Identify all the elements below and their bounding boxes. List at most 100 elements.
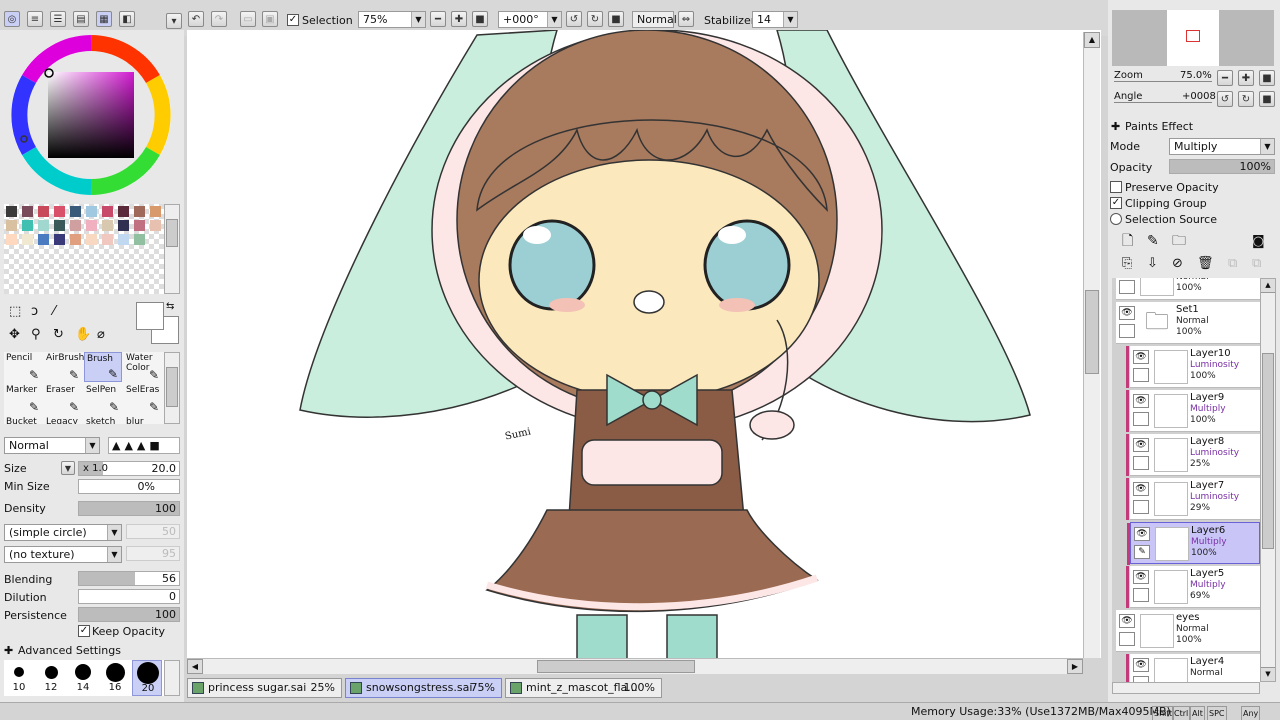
palette-swatch[interactable] [54, 234, 65, 245]
palette-swatch[interactable] [38, 206, 49, 217]
lock-box[interactable] [1119, 324, 1135, 338]
lock-box[interactable] [1133, 368, 1149, 382]
palette-swatch[interactable] [150, 220, 161, 231]
layer-row[interactable]: 👁 Layer4 Normal [1126, 654, 1260, 682]
size-multiplier-button[interactable]: ▼ [61, 461, 75, 475]
layer-opacity-slider[interactable]: 100% [1169, 159, 1275, 174]
tool-brush[interactable]: Brush ✎ [84, 352, 122, 382]
eye-icon[interactable]: 👁 [1133, 658, 1149, 672]
lock-box[interactable] [1119, 632, 1135, 646]
palette-swatch[interactable] [22, 234, 33, 245]
palette-swatch[interactable] [102, 206, 113, 217]
eye-icon[interactable]: 👁 [1119, 306, 1135, 320]
preserve-opacity-checkbox[interactable] [1110, 181, 1122, 193]
size-slider[interactable]: x 1.0 20.0 [78, 461, 180, 476]
scratchpad-view-button[interactable]: ◧ [119, 11, 135, 27]
tool-sketch[interactable]: sketch✎ [84, 416, 122, 424]
tool-marker[interactable]: Marker ✎ [4, 384, 42, 414]
flip-horizontal-button[interactable]: ⇔ [678, 11, 694, 27]
palette-swatch[interactable] [86, 220, 97, 231]
palette-swatch[interactable] [70, 206, 81, 217]
rotate-right-button[interactable]: ↻ [587, 11, 603, 27]
layer-row[interactable]: 👁 Layer10 Luminosity 100% [1126, 346, 1260, 388]
layer-row[interactable]: 👁Normal100% [1116, 278, 1260, 300]
selection-checkbox[interactable]: ✓ [287, 14, 299, 26]
invert-selection-button[interactable]: ▣ [262, 11, 278, 27]
brush-blend-mode-dropdown[interactable]: Normal ▼ [4, 437, 100, 454]
layer-row[interactable]: 👁 Layer7 Luminosity 29% [1126, 478, 1260, 520]
zoom-reset-button[interactable]: ■ [472, 11, 488, 27]
stabilizer-dropdown[interactable]: 14 ▼ [752, 11, 798, 28]
eye-icon[interactable]: 👁 [1133, 350, 1149, 364]
palette-swatch[interactable] [6, 220, 17, 231]
layer-folder[interactable]: 👁 🗀 Set1 Normal 100% [1116, 302, 1260, 344]
palette-swatch[interactable] [150, 206, 161, 217]
palette-swatch[interactable] [134, 206, 145, 217]
navigator-preview[interactable] [1112, 10, 1274, 66]
hand-icon[interactable]: ✋ [75, 328, 91, 341]
tool-eraser[interactable]: Eraser ✎ [44, 384, 82, 414]
detail-view-button[interactable]: ▤ [73, 11, 89, 27]
persistence-slider[interactable]: 100 [78, 607, 180, 622]
flatten-icon[interactable]: ⧉ [1252, 257, 1261, 270]
paints-effect-label[interactable]: Paints Effect [1125, 120, 1193, 133]
palette-swatch[interactable] [54, 220, 65, 231]
palette-swatch[interactable] [86, 206, 97, 217]
magic-wand-icon[interactable]: ⁄ [53, 305, 55, 318]
zoom-in-button[interactable]: ✚ [451, 11, 467, 27]
tool-water-color[interactable]: Water Color ✎ [124, 352, 162, 382]
swatch-view-button[interactable]: ▦ [96, 11, 112, 27]
zoom-dropdown[interactable]: 75% ▼ [358, 11, 426, 28]
merge-down-icon[interactable]: ⇩ [1147, 257, 1158, 270]
palette-swatch[interactable] [22, 220, 33, 231]
tool-seleras[interactable]: SelEras ✎ [124, 384, 162, 414]
new-layer-icon[interactable]: 🗋 [1122, 234, 1133, 248]
rotate-reset-button[interactable]: ■ [608, 11, 624, 27]
nav-zoom-slider[interactable] [1114, 81, 1212, 85]
layer-mask-icon[interactable]: ◙ [1252, 235, 1265, 248]
document-tab[interactable]: snowsongstress.sai 75% [345, 678, 502, 698]
document-tab[interactable]: mint_z_mascot_fla... 100% [505, 678, 662, 698]
palette-swatch[interactable] [118, 220, 129, 231]
dilution-slider[interactable]: 0 [78, 589, 180, 604]
lock-box[interactable] [1133, 456, 1149, 470]
lasso-select-icon[interactable]: ↄ [31, 305, 38, 318]
brush-texture-dropdown[interactable]: (no texture) ▼ [4, 546, 122, 563]
palette-swatch[interactable] [6, 206, 17, 217]
list-view-button[interactable]: ≡ [27, 11, 43, 27]
nav-zoom-out-button[interactable]: ━ [1217, 70, 1233, 86]
nav-zoom-in-button[interactable]: ✚ [1238, 70, 1254, 86]
keep-opacity-checkbox[interactable]: ✓ [78, 625, 90, 637]
eye-icon[interactable]: 👁 [1119, 614, 1135, 628]
tool-bucket[interactable]: Bucket✎ [4, 416, 42, 424]
zoom-out-button[interactable]: ━ [430, 11, 446, 27]
brush-shape-dropdown[interactable]: (simple circle) ▼ [4, 524, 122, 541]
undo-button[interactable]: ↶ [188, 11, 204, 27]
nav-zoom-reset-button[interactable]: ■ [1259, 70, 1275, 86]
palette-swatch[interactable] [102, 234, 113, 245]
eye-icon[interactable]: 👁 [1133, 482, 1149, 496]
angle-dropdown[interactable]: +000° ▼ [498, 11, 562, 28]
move-icon[interactable]: ✥ [9, 328, 20, 341]
new-linework-layer-icon[interactable]: ✎ [1147, 234, 1159, 248]
brush-size-preset[interactable]: 10 [4, 660, 34, 696]
copy-layer-icon[interactable]: ⎘ [1122, 257, 1132, 270]
nav-rotate-left-button[interactable]: ↺ [1217, 91, 1233, 107]
lock-box[interactable] [1133, 588, 1149, 602]
advanced-settings-label[interactable]: Advanced Settings [18, 644, 121, 657]
layer-list-horizontal-scrollbar[interactable] [1112, 682, 1260, 694]
merge-visible-icon[interactable]: ⧉ [1228, 257, 1237, 270]
eye-icon[interactable]: 👁 [1133, 394, 1149, 408]
palette-swatch[interactable] [6, 234, 17, 245]
tool-scrollbar[interactable] [164, 352, 180, 424]
paints-effect-expand-icon[interactable]: ✚ [1111, 120, 1120, 133]
layer-row[interactable]: 👁 Layer5 Multiply 69% [1126, 566, 1260, 608]
eye-icon[interactable]: 👁 [1133, 438, 1149, 452]
nav-rotate-right-button[interactable]: ↻ [1238, 91, 1254, 107]
grid-view-button[interactable]: ☰ [50, 11, 66, 27]
brush-shape-presets[interactable]: ▲▲▲■ [108, 437, 180, 454]
canvas-horizontal-scrollbar[interactable]: ◀ ▶ [187, 658, 1083, 674]
layer-mode-dropdown[interactable]: Multiply ▼ [1169, 138, 1275, 155]
blending-slider[interactable]: 56 [78, 571, 180, 586]
selection-source-checkbox[interactable] [1110, 213, 1122, 225]
